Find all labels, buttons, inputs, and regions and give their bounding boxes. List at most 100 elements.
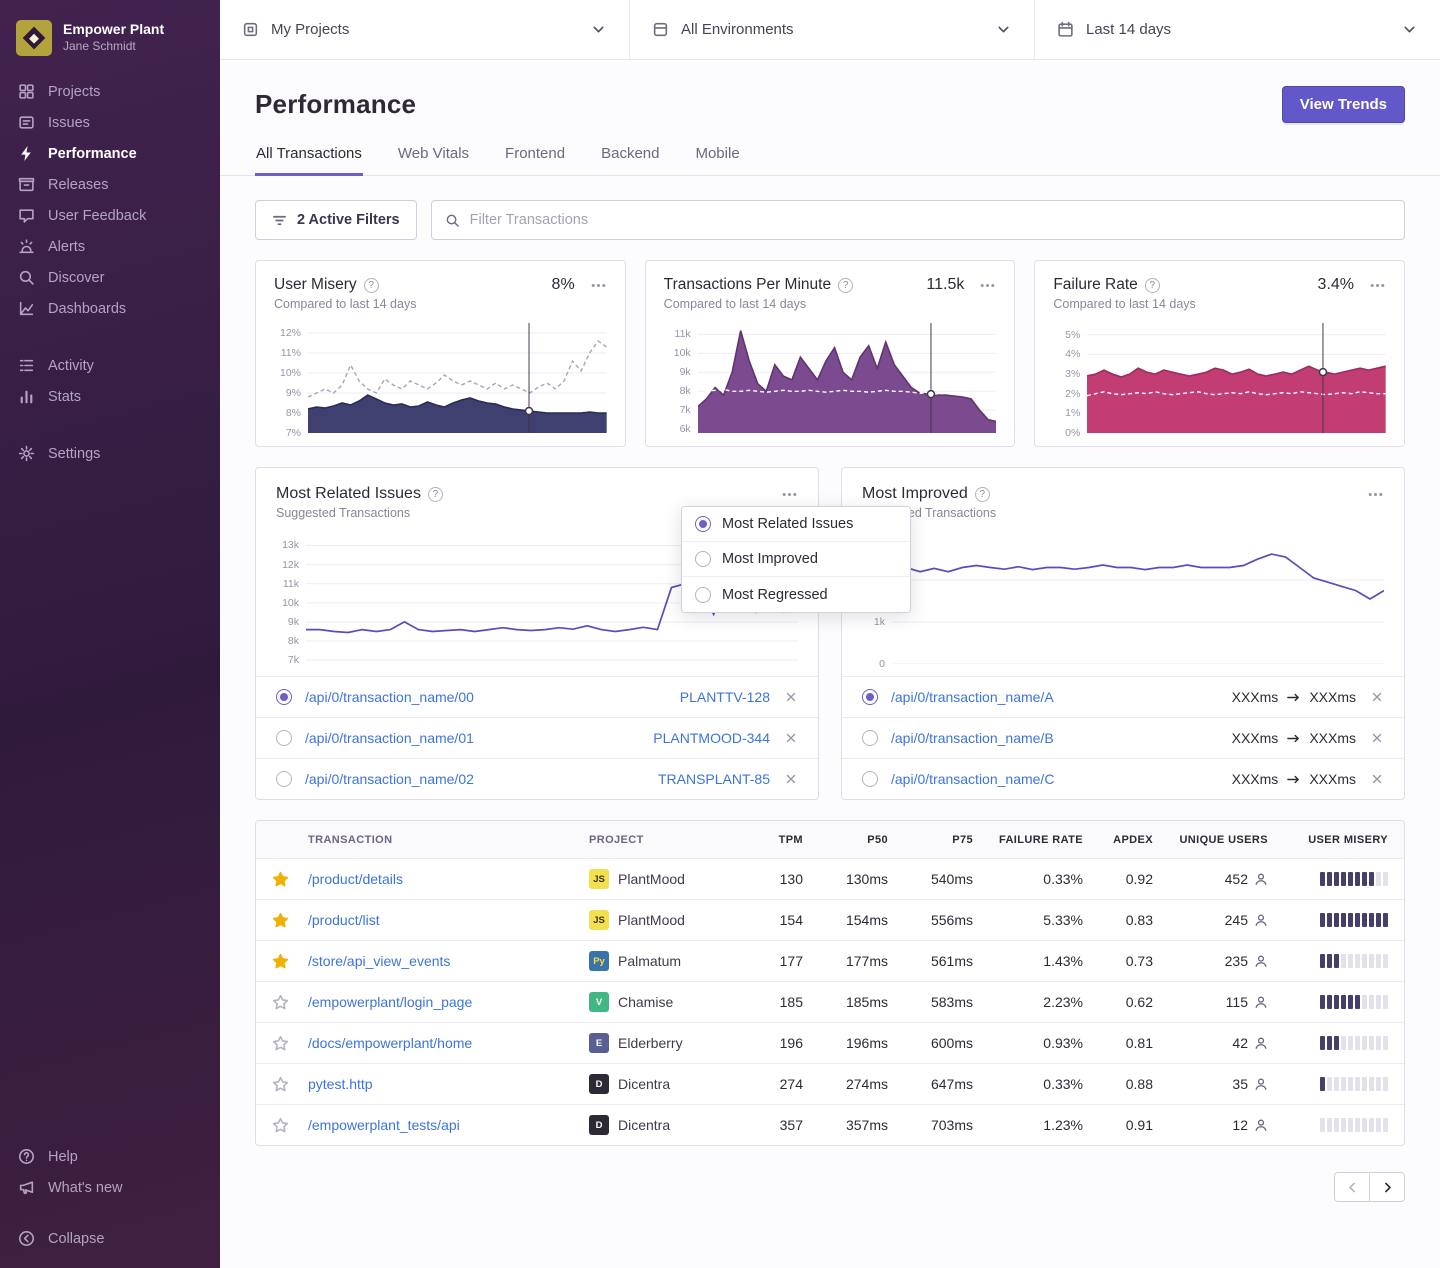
next-page-button[interactable] — [1369, 1172, 1405, 1202]
option-radio[interactable] — [695, 516, 711, 532]
y-tick-label: 7k — [288, 654, 299, 666]
issue-link[interactable]: PLANTTV-128 — [680, 689, 770, 705]
sidebar: Empower Plant Jane Schmidt ProjectsIssue… — [0, 0, 220, 1268]
star-outline-icon[interactable] — [272, 1035, 289, 1052]
help-circle-icon[interactable] — [428, 487, 443, 502]
tab-web-vitals[interactable]: Web Vitals — [397, 143, 470, 176]
transaction-link[interactable]: /api/0/transaction_name/B — [891, 730, 1054, 746]
project-selector[interactable]: My Projects — [220, 0, 630, 59]
help-circle-icon[interactable] — [364, 278, 379, 293]
help-circle-icon[interactable] — [1145, 278, 1160, 293]
search-input[interactable] — [470, 212, 1391, 228]
sidebar-item-what-s-new[interactable]: What's new — [0, 1172, 220, 1203]
tab-all-transactions[interactable]: All Transactions — [255, 143, 363, 176]
dismiss-icon[interactable] — [1370, 731, 1384, 745]
option-radio[interactable] — [695, 587, 711, 603]
sidebar-item-label: User Feedback — [48, 208, 146, 224]
sidebar-item-issues[interactable]: Issues — [0, 107, 220, 138]
tab-frontend[interactable]: Frontend — [504, 143, 566, 176]
dropdown-option-most-regressed[interactable]: Most Regressed — [682, 577, 910, 612]
star-filled-icon[interactable] — [272, 912, 289, 929]
view-trends-button[interactable]: View Trends — [1282, 86, 1405, 123]
environment-selector-label: All Environments — [681, 21, 794, 38]
sidebar-item-alerts[interactable]: Alerts — [0, 231, 220, 262]
transaction-link[interactable]: /api/0/transaction_name/01 — [305, 730, 474, 746]
card-menu-button[interactable] — [1369, 277, 1386, 294]
issue-link[interactable]: PLANTMOOD-344 — [653, 730, 770, 746]
transaction-link[interactable]: /api/0/transaction_name/C — [891, 771, 1054, 787]
misery-bar — [1327, 913, 1332, 927]
sidebar-item-label: Alerts — [48, 239, 85, 255]
dismiss-icon[interactable] — [784, 731, 798, 745]
card-menu-button[interactable] — [781, 486, 798, 503]
transaction-link[interactable]: /docs/empowerplant/home — [308, 1035, 589, 1051]
previous-page-button[interactable] — [1334, 1172, 1370, 1202]
transaction-radio[interactable] — [862, 771, 878, 787]
active-filters-button[interactable]: 2 Active Filters — [255, 200, 417, 240]
misery-bar — [1355, 1077, 1360, 1091]
sidebar-item-stats[interactable]: Stats — [0, 381, 220, 412]
dropdown-option-most-improved[interactable]: Most Improved — [682, 542, 910, 577]
project-cell: JSPlantMood — [589, 869, 739, 889]
dismiss-icon[interactable] — [784, 772, 798, 786]
star-outline-icon[interactable] — [272, 1076, 289, 1093]
misery-bar — [1334, 913, 1339, 927]
help-circle-icon[interactable] — [975, 487, 990, 502]
sidebar-item-settings[interactable]: Settings — [0, 438, 220, 469]
org-switcher[interactable]: Empower Plant Jane Schmidt — [0, 14, 220, 76]
transaction-link[interactable]: /empowerplant/login_page — [308, 994, 589, 1010]
environment-selector[interactable]: All Environments — [630, 0, 1035, 59]
card-menu-button[interactable] — [1367, 486, 1384, 503]
card-menu-button[interactable] — [979, 277, 996, 294]
project-name: Chamise — [618, 994, 673, 1010]
option-radio[interactable] — [695, 551, 711, 567]
transaction-radio[interactable] — [862, 730, 878, 746]
sidebar-item-discover[interactable]: Discover — [0, 262, 220, 293]
star-outline-icon[interactable] — [272, 1117, 289, 1134]
dropdown-option-label: Most Regressed — [722, 587, 828, 603]
dismiss-icon[interactable] — [1370, 772, 1384, 786]
dropdown-option-most-related-issues[interactable]: Most Related Issues — [682, 507, 910, 542]
star-filled-icon[interactable] — [272, 953, 289, 970]
transaction-link[interactable]: pytest.http — [308, 1076, 589, 1092]
dismiss-icon[interactable] — [1370, 690, 1384, 704]
transaction-link[interactable]: /api/0/transaction_name/A — [891, 689, 1054, 705]
transaction-radio[interactable] — [276, 730, 292, 746]
tab-mobile[interactable]: Mobile — [694, 143, 740, 176]
help-circle-icon[interactable] — [838, 278, 853, 293]
transaction-link[interactable]: /api/0/transaction_name/02 — [305, 771, 474, 787]
y-tick-label: 9k — [680, 366, 691, 378]
sidebar-item-user-feedback[interactable]: User Feedback — [0, 200, 220, 231]
star-outline-icon[interactable] — [272, 994, 289, 1011]
sidebar-item-releases[interactable]: Releases — [0, 169, 220, 200]
misery-bar — [1327, 954, 1332, 968]
project-name: Dicentra — [618, 1117, 670, 1133]
transaction-link[interactable]: /product/details — [308, 871, 589, 887]
sidebar-item-projects[interactable]: Projects — [0, 76, 220, 107]
activity-icon — [18, 357, 35, 374]
transaction-radio[interactable] — [276, 689, 292, 705]
user-misery-bars — [1268, 1118, 1388, 1132]
p50-value: 154ms — [803, 912, 888, 928]
issue-link[interactable]: TRANSPLANT-85 — [658, 771, 770, 787]
card-menu-button[interactable] — [590, 277, 607, 294]
misery-bar — [1369, 1077, 1374, 1091]
column-header-p75: P75 — [888, 834, 973, 846]
dismiss-icon[interactable] — [784, 690, 798, 704]
date-range-selector[interactable]: Last 14 days — [1035, 0, 1440, 59]
transaction-link[interactable]: /store/api_view_events — [308, 953, 589, 969]
transaction-link[interactable]: /empowerplant_tests/api — [308, 1117, 589, 1133]
misery-bar — [1320, 1077, 1325, 1091]
transaction-radio[interactable] — [276, 771, 292, 787]
sidebar-item-dashboards[interactable]: Dashboards — [0, 293, 220, 324]
sidebar-item-performance[interactable]: Performance — [0, 138, 220, 169]
transaction-link[interactable]: /api/0/transaction_name/00 — [305, 689, 474, 705]
star-filled-icon[interactable] — [272, 871, 289, 888]
transaction-radio[interactable] — [862, 689, 878, 705]
transaction-link[interactable]: /product/list — [308, 912, 589, 928]
sidebar-item-help[interactable]: Help — [0, 1141, 220, 1172]
chevron-right-icon — [1381, 1181, 1394, 1194]
sidebar-item-collapse[interactable]: Collapse — [0, 1223, 220, 1254]
tab-backend[interactable]: Backend — [600, 143, 660, 176]
sidebar-item-activity[interactable]: Activity — [0, 350, 220, 381]
